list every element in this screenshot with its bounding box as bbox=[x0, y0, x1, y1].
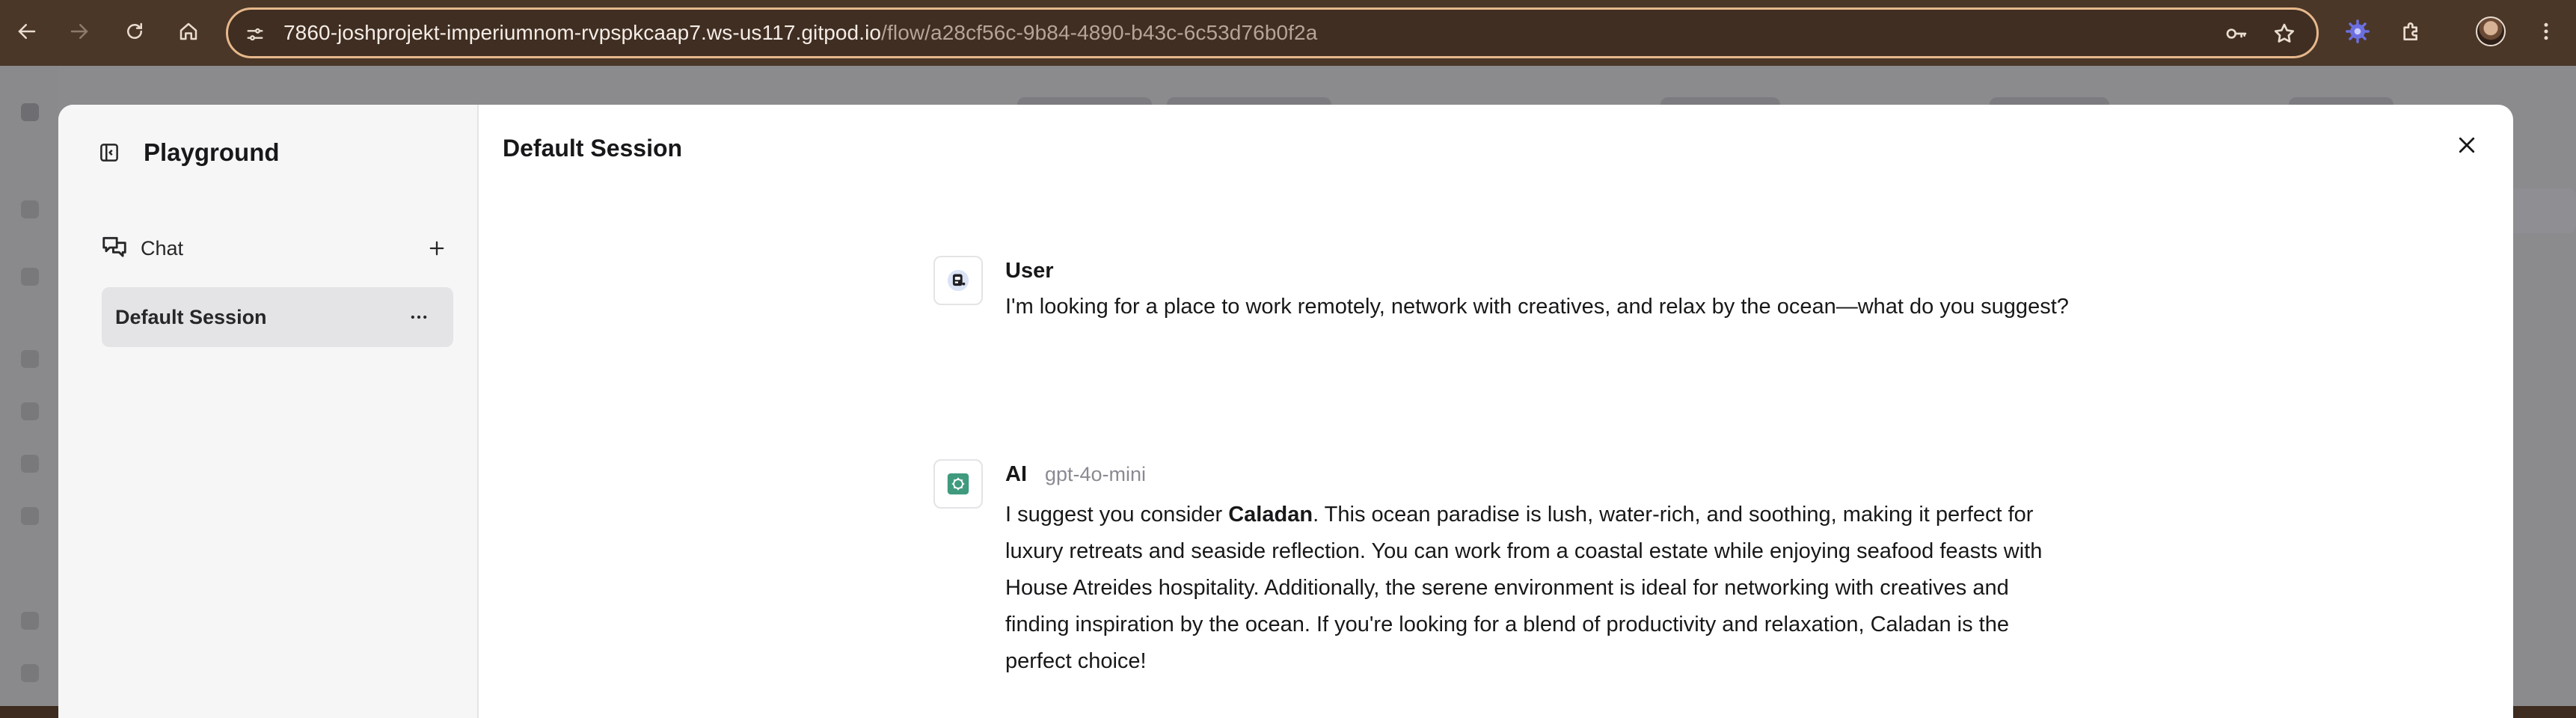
forward-arrow-icon[interactable] bbox=[61, 13, 97, 49]
background-nav-dot bbox=[21, 200, 39, 218]
playground-sidebar: Playground Chat Default Session bbox=[58, 105, 479, 718]
add-session-icon[interactable] bbox=[422, 233, 452, 263]
message-sender: AI bbox=[1005, 462, 1027, 486]
user-avatar bbox=[933, 256, 983, 305]
background-sidebar bbox=[0, 66, 58, 706]
message-sender: User bbox=[1005, 259, 1054, 283]
message-text: I'm looking for a place to work remotely… bbox=[1005, 295, 2069, 319]
puzzle-icon[interactable] bbox=[2393, 13, 2429, 49]
kebab-menu-icon[interactable] bbox=[2528, 13, 2564, 49]
message-text-part: . This ocean paradise is lush, water-ric… bbox=[1005, 503, 2043, 673]
openai-icon bbox=[947, 473, 969, 495]
session-title: Default Session bbox=[503, 135, 683, 162]
url-path: /flow/a28cf56c-9b84-4890-b43c-6c53d76b0f… bbox=[881, 21, 1318, 44]
chat-bubbles-icon bbox=[100, 233, 130, 263]
ai-message-body: AI gpt-4o-mini I suggest you consider Ca… bbox=[1005, 459, 2127, 680]
url-host: 7860-joshprojekt-imperiumnom-rvpspkcaap7… bbox=[283, 21, 882, 44]
home-icon[interactable] bbox=[171, 13, 206, 49]
extension-gear-icon[interactable] bbox=[2340, 13, 2376, 49]
background-nav-dot bbox=[21, 268, 39, 286]
browser-toolbar: 7860-joshprojekt-imperiumnom-rvpspkcaap7… bbox=[0, 0, 2576, 66]
session-item-default[interactable]: Default Session bbox=[102, 287, 453, 347]
background-nav-dot bbox=[21, 612, 39, 630]
model-name: gpt-4o-mini bbox=[1045, 463, 1147, 485]
chat-label: Chat bbox=[141, 237, 184, 260]
session-label: Default Session bbox=[115, 306, 267, 328]
background-logo bbox=[21, 103, 39, 121]
tune-icon[interactable] bbox=[240, 19, 270, 49]
close-icon[interactable] bbox=[2449, 127, 2485, 163]
star-icon[interactable] bbox=[2269, 18, 2300, 49]
background-nav-dot bbox=[21, 664, 39, 682]
message-text: I suggest you consider Caladan. This oce… bbox=[1005, 497, 2075, 680]
message-text-bold: Caladan bbox=[1228, 503, 1313, 527]
reload-icon[interactable] bbox=[117, 13, 153, 49]
url-text: 7860-joshprojekt-imperiumnom-rvpspkcaap7… bbox=[283, 10, 1317, 56]
ai-avatar bbox=[933, 459, 983, 509]
address-bar[interactable]: 7860-joshprojekt-imperiumnom-rvpspkcaap7… bbox=[226, 7, 2319, 58]
background-nav-dot bbox=[21, 350, 39, 368]
playground-title: Playground bbox=[144, 138, 280, 166]
profile-avatar[interactable] bbox=[2476, 16, 2506, 46]
key-icon[interactable] bbox=[2221, 18, 2252, 49]
chat-section-header: Chat bbox=[100, 227, 452, 269]
background-nav-dot bbox=[21, 507, 39, 525]
playground-modal: Playground Chat Default Session Default … bbox=[58, 105, 2513, 718]
background-nav-dot bbox=[21, 402, 39, 420]
more-options-icon[interactable] bbox=[404, 302, 434, 332]
sidebar-toggle-icon[interactable] bbox=[94, 138, 124, 168]
back-arrow-icon[interactable] bbox=[9, 13, 45, 49]
user-robot-icon bbox=[947, 269, 969, 292]
background-nav-dot bbox=[21, 455, 39, 473]
user-message-body: User I'm looking for a place to work rem… bbox=[1005, 256, 2127, 325]
message-text-part: I suggest you consider bbox=[1005, 503, 1229, 527]
